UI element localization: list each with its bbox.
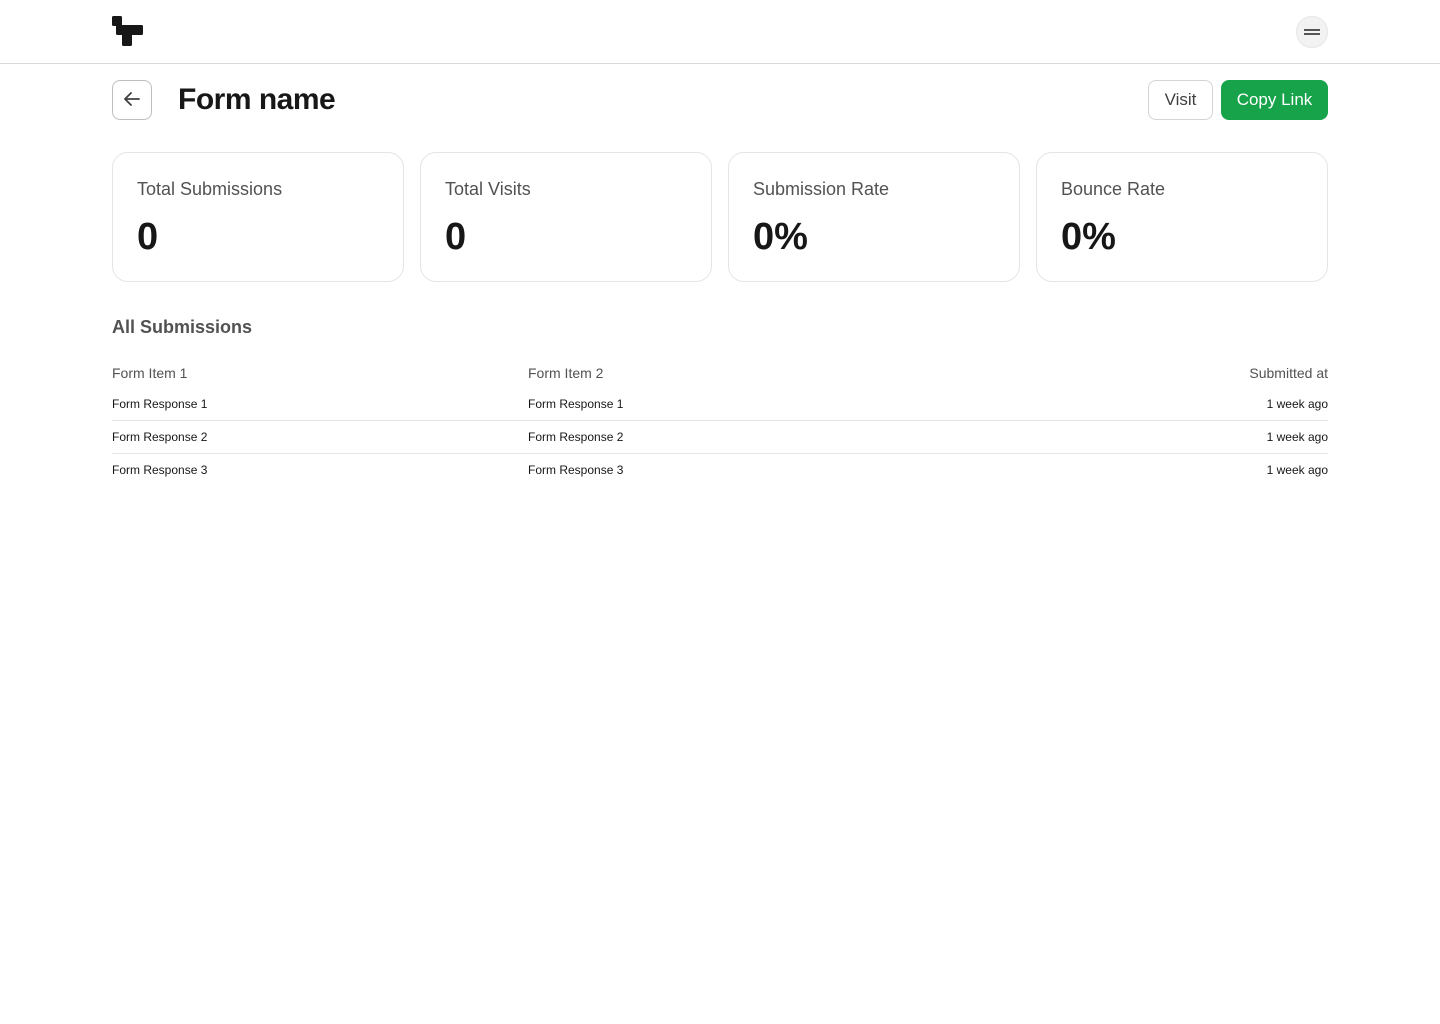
back-button[interactable] [112, 80, 152, 120]
column-header-form-item-1[interactable]: Form Item 1 [112, 358, 187, 388]
submissions-section-title: All Submissions [112, 317, 253, 337]
stat-value: 0 [445, 216, 467, 258]
table-cell: Form Response 2 [112, 430, 208, 444]
column-header-submitted-at[interactable]: Submitted at [1249, 358, 1328, 388]
table-row[interactable]: Form Response 2 Form Response 2 1 week a… [112, 421, 1328, 454]
stats-row: Total Submissions 0 Total Visits 0 Submi… [112, 152, 1328, 282]
stat-value: 0% [753, 216, 808, 258]
menu-icon [1304, 29, 1320, 35]
table-header-row: Form Item 1 Form Item 2 Submitted at [112, 358, 1328, 388]
table-cell: Form Response 1 [528, 397, 624, 411]
table-row[interactable]: Form Response 3 Form Response 3 1 week a… [112, 454, 1328, 487]
stat-label: Bounce Rate [1061, 179, 1166, 199]
copy-link-button[interactable]: Copy Link [1221, 80, 1328, 120]
stat-card-submission-rate: Submission Rate 0% [728, 152, 1020, 282]
stat-card-total-submissions: Total Submissions 0 [112, 152, 404, 282]
table-cell: Form Response 1 [112, 397, 208, 411]
brand-logo-icon[interactable] [112, 16, 144, 48]
table-cell-timestamp: 1 week ago [1266, 397, 1328, 411]
stat-card-total-visits: Total Visits 0 [420, 152, 712, 282]
arrow-left-icon [123, 90, 141, 111]
submissions-table: Form Item 1 Form Item 2 Submitted at For… [112, 358, 1328, 487]
stat-label: Total Visits [445, 179, 531, 199]
stat-card-bounce-rate: Bounce Rate 0% [1036, 152, 1328, 282]
visit-button[interactable]: Visit [1148, 80, 1213, 120]
top-navigation-bar [0, 0, 1440, 64]
table-row[interactable]: Form Response 1 Form Response 1 1 week a… [112, 388, 1328, 421]
stat-value: 0 [137, 216, 159, 258]
table-cell-timestamp: 1 week ago [1266, 430, 1328, 444]
stat-label: Submission Rate [753, 179, 890, 199]
table-cell: Form Response 3 [528, 463, 624, 477]
stat-label: Total Submissions [137, 179, 283, 199]
column-header-form-item-2[interactable]: Form Item 2 [528, 358, 603, 388]
stat-value: 0% [1061, 216, 1116, 258]
menu-button[interactable] [1296, 16, 1328, 48]
table-cell: Form Response 2 [528, 430, 624, 444]
table-cell-timestamp: 1 week ago [1266, 463, 1328, 477]
table-cell: Form Response 3 [112, 463, 208, 477]
page-title: Form name [178, 83, 336, 116]
